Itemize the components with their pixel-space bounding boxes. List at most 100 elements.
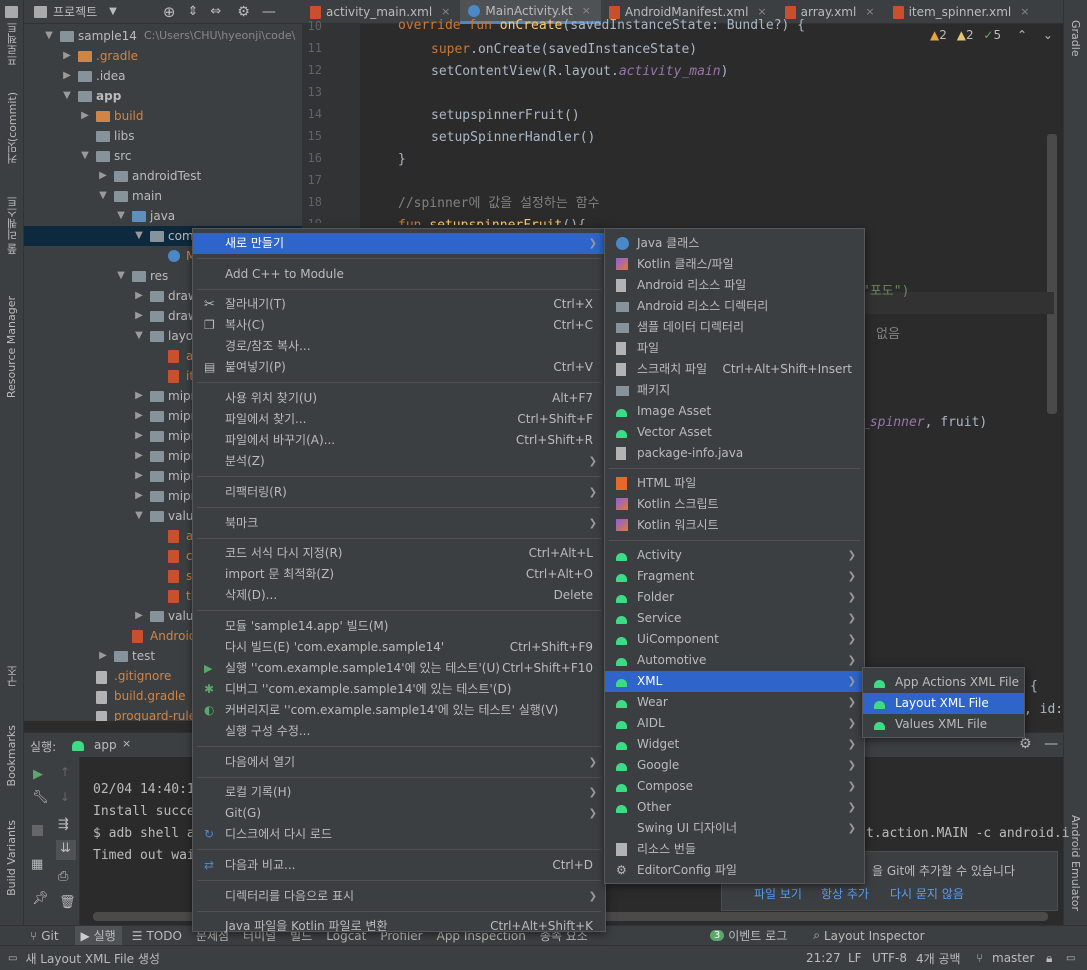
menu-item[interactable]: 다음에서 열기 ❯ [193, 752, 605, 773]
minimize-icon[interactable]: — [1044, 736, 1058, 752]
tool-event-log[interactable]: 이벤트 로그 [728, 927, 787, 944]
menu-item[interactable]: Folder ❯ [605, 587, 864, 608]
menu-item[interactable]: Swing UI 디자이너 ❯ [605, 818, 864, 839]
menu-item[interactable]: AIDL ❯ [605, 713, 864, 734]
menu-item[interactable]: 경로/참조 복사... [193, 336, 605, 357]
locate-icon[interactable]: ⊕ [163, 3, 176, 21]
stop-icon[interactable] [32, 825, 43, 836]
tree-item[interactable]: libs [24, 126, 302, 146]
menu-item[interactable]: Android 리소스 디렉터리 [605, 296, 864, 317]
caret-position[interactable]: 21:27 [806, 951, 841, 965]
chevron-right-icon[interactable]: ▶ [134, 426, 144, 446]
menu-item[interactable]: import 문 최적화(Z) Ctrl+Alt+O [193, 564, 605, 585]
chevron-right-icon[interactable]: ▶ [62, 46, 72, 66]
menu-item[interactable]: Wear ❯ [605, 692, 864, 713]
project-tool-icon[interactable] [5, 6, 18, 18]
tool-resource-manager[interactable]: Resource Manager [5, 296, 18, 398]
lock-icon[interactable]: 🔒︎ [1046, 951, 1052, 966]
menu-item[interactable]: Kotlin 클래스/파일 [605, 254, 864, 275]
menu-item[interactable]: Java 파일을 Kotlin 파일로 변환 Ctrl+Alt+Shift+K [193, 916, 605, 937]
menu-item[interactable]: 모듈 'sample14.app' 빌드(M) [193, 616, 605, 637]
pin-icon[interactable]: 📌︎ [32, 891, 49, 906]
menu-item[interactable]: 북마크 ❯ [193, 513, 605, 534]
memory-icon[interactable]: ▭ [1066, 953, 1075, 964]
menu-item[interactable]: 스크래치 파일 Ctrl+Alt+Shift+Insert [605, 359, 864, 380]
tree-item[interactable]: ▼ java [24, 206, 302, 226]
line-separator[interactable]: LF [848, 951, 862, 965]
chevron-down-icon[interactable]: ▼ [98, 186, 108, 206]
chevron-down-icon[interactable]: ▼ [62, 86, 72, 106]
menu-item[interactable]: ✂ 잘라내기(T) Ctrl+X [193, 294, 605, 315]
menu-item[interactable]: Compose ❯ [605, 776, 864, 797]
chevron-down-icon[interactable]: ▼ [80, 146, 90, 166]
menu-item[interactable]: HTML 파일 [605, 473, 864, 494]
chevron-down-icon[interactable]: ▼ [134, 506, 144, 526]
menu-item[interactable]: Fragment ❯ [605, 566, 864, 587]
menu-item[interactable]: ◐ 커버리지로 ''com.example.sample14'에 있는 테스트' … [193, 700, 605, 721]
menu-item[interactable]: 실행 구성 수정... [193, 721, 605, 742]
menu-item[interactable]: 디렉터리를 다음으로 표시 ❯ [193, 886, 605, 907]
tool-git[interactable]: Git [41, 929, 58, 943]
tool-pull-requests[interactable]: 풀 리퀘스트 [5, 196, 21, 255]
run-tab-app[interactable]: app [94, 738, 117, 752]
tool-project[interactable]: 프로젝트 [5, 22, 21, 66]
run-icon[interactable]: ▶ [33, 767, 43, 782]
tool-commit[interactable]: 커밋(commit) [5, 92, 21, 164]
tree-item[interactable]: ▼ src [24, 146, 302, 166]
menu-item[interactable]: 파일 [605, 338, 864, 359]
menu-item[interactable]: Activity ❯ [605, 545, 864, 566]
menu-item[interactable]: 코드 서식 다시 지정(R) Ctrl+Alt+L [193, 543, 605, 564]
tree-item[interactable]: ▼ app [24, 86, 302, 106]
close-icon[interactable]: × [122, 737, 131, 750]
chevron-right-icon[interactable]: ▶ [134, 606, 144, 626]
menu-item[interactable]: Layout XML File [863, 693, 1024, 714]
menu-item[interactable]: ✱ 디버그 ''com.example.sample14'에 있는 테스트'(D) [193, 679, 605, 700]
tree-item[interactable]: ▼ main [24, 186, 302, 206]
menu-item[interactable]: Android 리소스 파일 [605, 275, 864, 296]
menu-item[interactable]: 파일에서 찾기... Ctrl+Shift+F [193, 409, 605, 430]
menu-item[interactable]: Other ❯ [605, 797, 864, 818]
menu-item[interactable]: Automotive ❯ [605, 650, 864, 671]
menu-item[interactable]: XML ❯ [605, 671, 864, 692]
view-files-link[interactable]: 파일 보기 [754, 885, 802, 902]
tool-bookmarks[interactable]: Bookmarks [5, 725, 18, 786]
menu-item[interactable]: Add C++ to Module [193, 264, 605, 285]
tree-item[interactable]: ▶ build [24, 106, 302, 126]
menu-item[interactable]: 삭제(D)... Delete [193, 585, 605, 606]
menu-item[interactable]: 새로 만들기 ❯ [193, 233, 605, 254]
menu-item[interactable]: 다시 빌드(E) 'com.example.sample14' Ctrl+Shif… [193, 637, 605, 658]
arrow-up-icon[interactable]: ↑ [60, 765, 70, 779]
git-branch[interactable]: master [992, 951, 1034, 965]
menu-item[interactable]: ⇄ 다음과 비교... Ctrl+D [193, 855, 605, 876]
soft-wrap-icon[interactable]: ⇶ [58, 817, 69, 832]
chevron-down-icon[interactable]: ▼ [109, 6, 117, 17]
menu-item[interactable]: App Actions XML File [863, 672, 1024, 693]
menu-item[interactable]: Values XML File [863, 714, 1024, 735]
dont-ask-link[interactable]: 다시 묻지 않음 [890, 885, 964, 902]
menu-item[interactable]: ❐ 복사(C) Ctrl+C [193, 315, 605, 336]
close-icon[interactable]: × [1020, 0, 1029, 24]
menu-item[interactable]: Git(G) ❯ [193, 803, 605, 824]
editor-scrollbar[interactable] [1047, 134, 1057, 414]
tool-todo[interactable]: TODO [146, 929, 181, 943]
menu-item[interactable]: Vector Asset [605, 422, 864, 443]
gear-icon[interactable]: ⚙ [1019, 736, 1032, 752]
trash-icon[interactable]: 🗑︎ [59, 895, 76, 910]
chevron-right-icon[interactable]: ▶ [134, 486, 144, 506]
tree-item[interactable]: ▼ sample14 C:\Users\CHU\hyeonji\code\ [24, 26, 302, 46]
tool-build-variants[interactable]: Build Variants [5, 820, 18, 896]
menu-item[interactable]: Google ❯ [605, 755, 864, 776]
tree-item[interactable]: ▶ .gradle [24, 46, 302, 66]
chevron-right-icon[interactable]: ▶ [134, 386, 144, 406]
menu-item[interactable]: 리팩터링(R) ❯ [193, 482, 605, 503]
menu-item[interactable]: ⚙ EditorConfig 파일 [605, 860, 864, 881]
menu-item[interactable]: 사용 위치 찾기(U) Alt+F7 [193, 388, 605, 409]
close-icon[interactable]: × [865, 0, 874, 24]
chevron-down-icon[interactable]: ▼ [44, 26, 54, 46]
tree-item[interactable]: ▶ androidTest [24, 166, 302, 186]
menu-item[interactable]: ↻ 디스크에서 다시 로드 [193, 824, 605, 845]
chevron-down-icon[interactable]: ⌄ [1043, 28, 1053, 42]
chevron-down-icon[interactable]: ▼ [116, 266, 126, 286]
scroll-to-end-icon[interactable]: ⇊ [56, 840, 76, 860]
inspection-widget[interactable]: ▲2 ▲2 ✓5 ⌃ ⌄ [930, 28, 1053, 42]
